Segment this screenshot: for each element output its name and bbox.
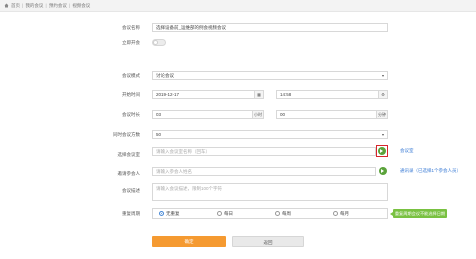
duration-hours-value: 03 [156, 112, 162, 117]
mode-value: 讨论会议 [156, 73, 174, 78]
subject-input[interactable]: 选择设备前_运维部的例会视频会议 [152, 23, 388, 32]
start-time-input[interactable]: 14:58 ⚙ [276, 90, 388, 99]
toggle-knob [153, 40, 158, 45]
participants-label: 邀请参会人 [117, 171, 141, 176]
start-date-value: 2019-12-17 [156, 92, 180, 97]
capacity-select[interactable]: 50 [152, 130, 388, 139]
breadcrumb-item-book[interactable]: 预约会议 [49, 3, 67, 8]
room-input[interactable]: 请输入会议室名称（回车） [152, 147, 376, 156]
repeat-options: 无重复 每日 每周 每月 [152, 208, 388, 219]
start-time-value: 14:58 [280, 92, 292, 97]
mode-select[interactable]: 讨论会议 [152, 71, 388, 80]
hours-unit: 小时 [252, 110, 264, 119]
duration-label: 会议时长 [122, 112, 140, 117]
mode-label: 会议模式 [122, 73, 140, 78]
chevron-down-icon [382, 134, 384, 136]
participants-input[interactable]: 请输入参会人姓名 [152, 167, 376, 176]
duration-minutes-input[interactable]: 00 分钟 [276, 110, 388, 119]
desc-textarea[interactable]: 请输入会议描述，限制100个字符 [152, 183, 388, 201]
repeat-option-daily[interactable]: 每日 [217, 209, 233, 218]
repeat-option-none[interactable]: 无重复 [159, 209, 180, 218]
room-label: 选择会议室 [117, 152, 141, 157]
home-icon[interactable] [4, 3, 9, 8]
instant-label: 立即开会 [122, 40, 140, 45]
repeat-option-monthly[interactable]: 每月 [333, 209, 349, 218]
radio-selected-icon [159, 211, 164, 217]
room-link[interactable]: 会议室 [400, 148, 414, 154]
start-label: 开始时间 [122, 92, 140, 97]
repeat-tooltip: 重复周期会议不能选择日期 [390, 209, 447, 218]
breadcrumb-item-my-meetings[interactable]: 我的会议 [25, 3, 43, 8]
contacts-link[interactable]: 通讯录（已选择1个参会人员） [400, 168, 461, 174]
repeat-option-weekly[interactable]: 每周 [275, 209, 291, 218]
clock-icon[interactable]: ⚙ [378, 90, 388, 99]
minutes-unit: 分钟 [376, 110, 388, 119]
duration-hours-input[interactable]: 03 小时 [152, 110, 264, 119]
add-room-icon[interactable] [378, 147, 386, 155]
breadcrumb-item-video: 视频会议 [72, 3, 91, 8]
duration-minutes-value: 00 [280, 112, 286, 117]
breadcrumb-item-home[interactable]: 首页 [11, 3, 20, 8]
radio-icon [275, 211, 280, 217]
chevron-down-icon [382, 75, 384, 77]
instant-toggle[interactable] [152, 39, 166, 46]
breadcrumb: 首页 | 我的会议 | 预约会议 | 视频会议 [0, 0, 476, 12]
radio-icon [333, 211, 338, 217]
repeat-label: 重复周期 [122, 211, 140, 216]
radio-icon [217, 211, 222, 217]
back-button[interactable]: 返回 [232, 236, 304, 247]
confirm-button[interactable]: 确定 [152, 236, 226, 247]
desc-label: 会议描述 [122, 188, 140, 193]
add-participant-icon[interactable] [379, 167, 387, 175]
capacity-value: 50 [156, 132, 162, 137]
capacity-label: 同时会议方数 [113, 132, 140, 137]
start-date-input[interactable]: 2019-12-17 ▦ [152, 90, 264, 99]
calendar-icon[interactable]: ▦ [254, 90, 264, 99]
subject-label: 会议名称 [122, 25, 140, 30]
